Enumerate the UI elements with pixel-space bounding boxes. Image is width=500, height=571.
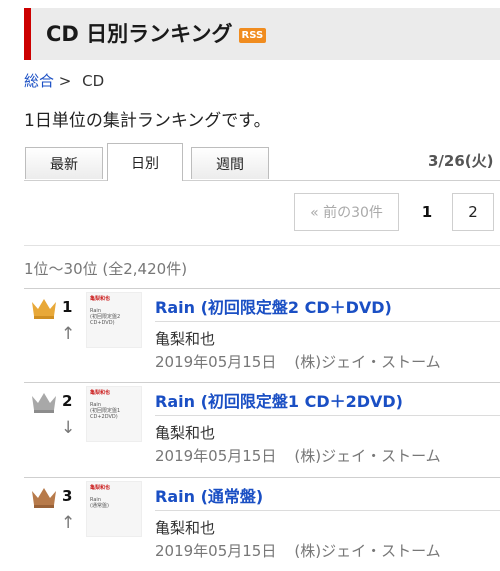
item-meta: 2019年05月15日 (株)ジェイ・ストーム xyxy=(155,540,441,561)
cover-artist: 亀梨和也 xyxy=(90,390,111,396)
rank-number: 1 xyxy=(62,298,73,316)
album-cover-image[interactable]: 亀梨和也 Rain (通常盤) xyxy=(86,481,142,537)
release-date: 2019年05月15日 xyxy=(155,353,277,371)
page-title: CD 日別ランキング RSS xyxy=(46,20,267,48)
record-label: (株)ジェイ・ストーム xyxy=(294,353,441,371)
breadcrumb: 総合 > CD xyxy=(24,70,104,91)
cover-line: CD+DVD) xyxy=(90,320,115,326)
page-title-text: CD 日別ランキング xyxy=(46,22,233,46)
pager-page-2-button[interactable]: 2 xyxy=(452,193,494,231)
item-title-link[interactable]: Rain (初回限定盤2 CD＋DVD) xyxy=(155,294,392,318)
breadcrumb-current: CD xyxy=(82,72,105,90)
rank-number: 3 xyxy=(62,487,73,505)
item-divider xyxy=(24,382,500,383)
album-cover-image[interactable]: 亀梨和也 Rain (初回限定盤2 CD+DVD) xyxy=(86,292,142,348)
breadcrumb-home-link[interactable]: 総合 xyxy=(24,72,54,90)
tab-daily[interactable]: 日別 xyxy=(107,143,183,181)
record-label: (株)ジェイ・ストーム xyxy=(294,542,441,560)
ranking-date: 3/26(火) xyxy=(428,152,494,170)
pager-prev-button[interactable]: « 前の30件 xyxy=(294,193,399,231)
rss-icon[interactable]: RSS xyxy=(238,28,267,43)
cover-line: (通常盤) xyxy=(90,503,109,509)
trend-up-icon: ↑ xyxy=(61,324,76,344)
item-artist[interactable]: 亀梨和也 xyxy=(155,422,215,443)
album-cover-image[interactable]: 亀梨和也 Rain (初回限定盤1 CD+2DVD) xyxy=(86,386,142,442)
gold-crown-icon xyxy=(32,299,56,319)
item-artist[interactable]: 亀梨和也 xyxy=(155,517,215,538)
bronze-crown-icon xyxy=(32,488,56,508)
ranking-item: 3 ↑ 亀梨和也 Rain (通常盤) Rain (通常盤) 亀梨和也 2019… xyxy=(24,477,500,571)
item-title-link[interactable]: Rain (通常盤) xyxy=(155,483,263,507)
item-title-link[interactable]: Rain (初回限定盤1 CD＋2DVD) xyxy=(155,388,403,412)
release-date: 2019年05月15日 xyxy=(155,542,277,560)
tabs-divider xyxy=(24,180,500,181)
page-header: CD 日別ランキング RSS xyxy=(24,8,500,60)
result-range: 1位～30位 (全2,420件) xyxy=(24,260,188,278)
tab-latest[interactable]: 最新 xyxy=(25,147,103,179)
rank-number: 2 xyxy=(62,392,73,410)
tab-weekly[interactable]: 週間 xyxy=(191,147,269,179)
title-underline xyxy=(155,415,500,416)
release-date: 2019年05月15日 xyxy=(155,447,277,465)
record-label: (株)ジェイ・ストーム xyxy=(294,447,441,465)
item-meta: 2019年05月15日 (株)ジェイ・ストーム xyxy=(155,351,441,372)
pager-divider xyxy=(24,245,500,246)
cover-line: CD+2DVD) xyxy=(90,414,118,420)
trend-up-icon: ↑ xyxy=(61,513,76,533)
ranking-item: 1 ↑ 亀梨和也 Rain (初回限定盤2 CD+DVD) Rain (初回限定… xyxy=(24,288,500,382)
ranking-item: 2 ↓ 亀梨和也 Rain (初回限定盤1 CD+2DVD) Rain (初回限… xyxy=(24,382,500,476)
item-meta: 2019年05月15日 (株)ジェイ・ストーム xyxy=(155,445,441,466)
pager-current-page: 1 xyxy=(409,193,445,231)
cover-artist: 亀梨和也 xyxy=(90,296,111,302)
ranking-description: 1日単位の集計ランキングです。 xyxy=(24,111,271,131)
item-divider xyxy=(24,288,500,289)
breadcrumb-separator: > xyxy=(58,72,72,90)
trend-down-icon: ↓ xyxy=(61,418,76,438)
title-underline xyxy=(155,321,500,322)
cover-artist: 亀梨和也 xyxy=(90,485,111,491)
item-artist[interactable]: 亀梨和也 xyxy=(155,328,215,349)
item-divider xyxy=(24,477,500,478)
title-underline xyxy=(155,510,500,511)
silver-crown-icon xyxy=(32,393,56,413)
